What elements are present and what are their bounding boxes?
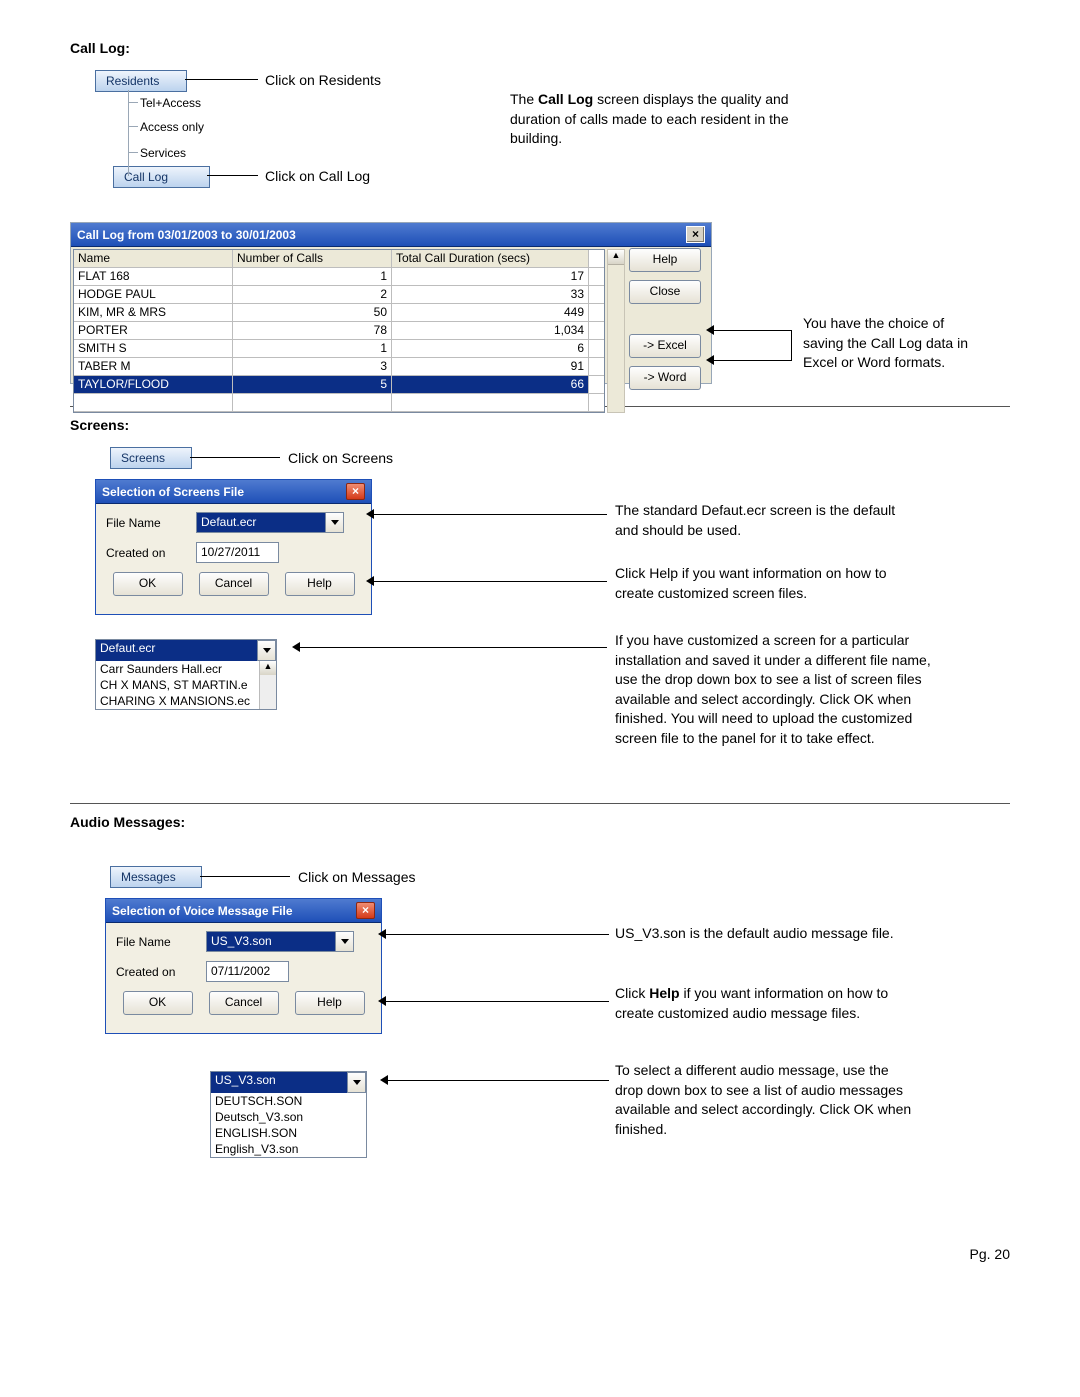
screens-para3: If you have customized a screen for a pa… [615, 631, 955, 749]
dialog-titlebar: Selection of Voice Message File × [106, 899, 381, 923]
callout-click-calllog: Click on Call Log [265, 168, 370, 184]
chevron-down-icon[interactable] [325, 512, 344, 533]
scrollbar[interactable]: ▲ [259, 661, 276, 709]
screens-heading: Screens: [70, 417, 1010, 433]
chevron-down-icon[interactable] [335, 931, 354, 952]
audio-para2: Click Help if you want information on ho… [615, 984, 905, 1023]
calllog-export-note: You have the choice of saving the Call L… [803, 314, 983, 373]
close-icon[interactable]: × [346, 483, 365, 500]
dialog-title: Selection of Screens File [102, 485, 244, 499]
screens-para1: The standard Defaut.ecr screen is the de… [615, 501, 905, 540]
ok-button[interactable]: OK [113, 572, 183, 596]
screens-para2: Click Help if you want information on ho… [615, 564, 905, 603]
dropdown-item[interactable]: CHARING X MANSIONS.ec [96, 693, 259, 709]
audio-para1: US_V3.son is the default audio message f… [615, 924, 905, 944]
tab-residents[interactable]: Residents [95, 70, 187, 92]
created-on-label: Created on [116, 965, 206, 979]
help-button[interactable]: Help [629, 248, 701, 272]
dropdown-selected[interactable]: Defaut.ecr [96, 640, 258, 661]
tab-screens[interactable]: Screens [110, 447, 192, 469]
window-titlebar: Call Log from 03/01/2003 to 30/01/2003 × [71, 223, 711, 247]
callout-click-screens: Click on Screens [288, 450, 393, 466]
table-row[interactable]: FLAT 168117 [74, 268, 604, 286]
dialog-title: Selection of Voice Message File [112, 904, 293, 918]
dropdown-item[interactable]: ENGLISH.SON [211, 1125, 366, 1141]
close-icon[interactable]: × [356, 902, 375, 919]
audio-dropdown[interactable]: US_V3.son DEUTSCH.SON Deutsch_V3.son ENG… [210, 1071, 367, 1158]
cancel-button[interactable]: Cancel [209, 991, 279, 1015]
export-excel-button[interactable]: -> Excel [629, 334, 701, 358]
ok-button[interactable]: OK [123, 991, 193, 1015]
scrollbar[interactable]: ▲ [607, 249, 625, 413]
page-number: Pg. 20 [70, 1246, 1010, 1262]
chevron-down-icon[interactable] [257, 640, 276, 661]
audio-para3: To select a different audio message, use… [615, 1061, 915, 1139]
file-name-label: File Name [106, 516, 196, 530]
tab-messages[interactable]: Messages [110, 866, 202, 888]
dropdown-item[interactable]: English_V3.son [211, 1141, 366, 1157]
export-word-button[interactable]: -> Word [629, 366, 701, 390]
dropdown-selected[interactable]: US_V3.son [211, 1072, 348, 1093]
dropdown-item[interactable]: Carr Saunders Hall.ecr [96, 661, 259, 677]
file-name-field[interactable]: US_V3.son [206, 931, 336, 952]
window-title: Call Log from 03/01/2003 to 30/01/2003 [77, 228, 296, 242]
table-row[interactable]: SMITH S16 [74, 340, 604, 358]
chevron-down-icon[interactable] [347, 1072, 366, 1093]
screens-dropdown[interactable]: Defaut.ecr Carr Saunders Hall.ecr CH X M… [95, 639, 277, 710]
call-log-heading: Call Log: [70, 40, 1010, 56]
callout-click-messages: Click on Messages [298, 869, 416, 885]
cancel-button[interactable]: Cancel [199, 572, 269, 596]
dropdown-item[interactable]: CH X MANS, ST MARTIN.e [96, 677, 259, 693]
table-row[interactable]: TABER M391 [74, 358, 604, 376]
table-row[interactable]: TAYLOR/FLOOD566 [74, 376, 604, 394]
callout-click-residents: Click on Residents [265, 72, 381, 88]
menu-access-only[interactable]: Access only [140, 120, 204, 134]
created-on-label: Created on [106, 546, 196, 560]
file-name-field[interactable]: Defaut.ecr [196, 512, 326, 533]
audio-heading: Audio Messages: [70, 814, 1010, 830]
close-icon[interactable]: × [686, 226, 705, 243]
help-button[interactable]: Help [285, 572, 355, 596]
dropdown-item[interactable]: Deutsch_V3.son [211, 1109, 366, 1125]
table-row [74, 394, 604, 412]
table-row[interactable]: HODGE PAUL233 [74, 286, 604, 304]
dialog-titlebar: Selection of Screens File × [96, 480, 371, 504]
dropdown-item[interactable]: DEUTSCH.SON [211, 1093, 366, 1109]
table-header: Name Number of Calls Total Call Duration… [74, 250, 604, 268]
calllog-intro: The Call Log screen displays the quality… [510, 90, 830, 149]
menu-tel-access[interactable]: Tel+Access [140, 96, 201, 110]
close-button[interactable]: Close [629, 280, 701, 304]
created-on-field: 07/11/2002 [206, 961, 289, 982]
table-row[interactable]: PORTER781,034 [74, 322, 604, 340]
created-on-field: 10/27/2011 [196, 542, 279, 563]
table-row[interactable]: KIM, MR & MRS50449 [74, 304, 604, 322]
help-button[interactable]: Help [295, 991, 365, 1015]
menu-services[interactable]: Services [140, 146, 186, 160]
file-name-label: File Name [116, 935, 206, 949]
